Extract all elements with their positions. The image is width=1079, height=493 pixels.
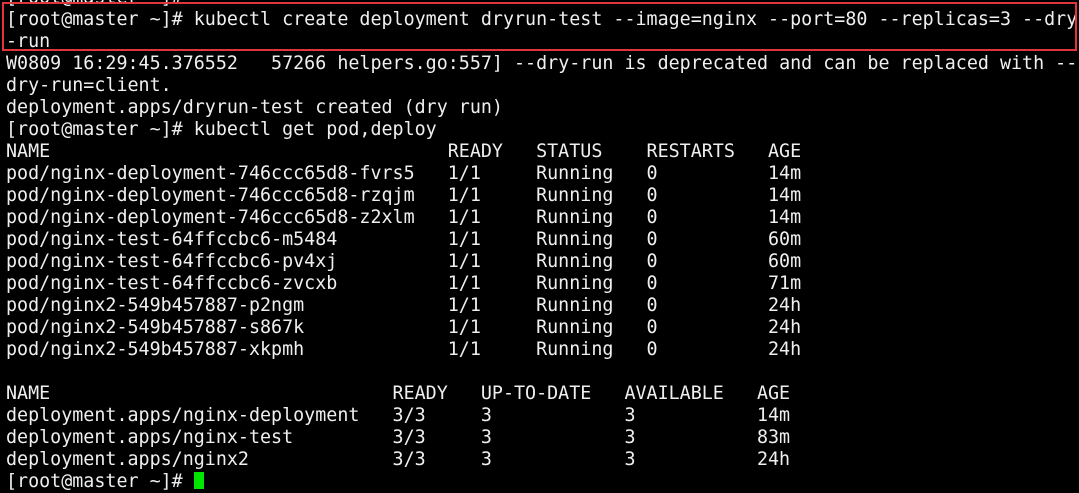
column-header: READY [392,383,448,404]
table-cell: deployment.apps/nginx-test [6,427,294,448]
table-header: NAME READY STATUS RESTARTS AGE [6,141,1079,163]
table-cell: 0 [646,339,658,360]
table-cell: pod/nginx-deployment-746ccc65d8-z2xlm [6,207,415,228]
column-header: AGE [768,141,802,162]
command-get-line: [root@master ~]# kubectl get pod,deploy [6,119,437,140]
table-cell: 3 [624,427,636,448]
table-row: pod/nginx-test-64ffccbc6-pv4xj 1/1 Running… [6,251,1079,273]
terminal-output[interactable]: [root@master ~]# [root@master ~]# kubect… [6,0,1079,493]
table-cell: 24h [756,449,791,470]
table-cell: Running [536,295,614,316]
current-prompt-line: [root@master ~]# [6,471,1079,493]
table-cell: pod/nginx-test-64ffccbc6-pv4xj [6,251,338,272]
command-create-line-1: [root@master ~]# kubectl create deployme… [6,9,1078,30]
table-cell: 1/1 [447,339,481,360]
table-cell: 1/1 [447,207,481,228]
table-cell: 3 [480,449,492,470]
table-row: deployment.apps/nginx2 3/3 3 3 24h [6,449,1079,471]
table-row: pod/nginx2-549b457887-s867k 1/1 Running 0 24… [6,317,1079,339]
table-cell: pod/nginx-deployment-746ccc65d8-rzqjm [6,185,415,206]
table-cell: Running [536,207,614,228]
table-cell: 14m [768,163,802,184]
table-row: pod/nginx-deployment-746ccc65d8-z2xlm 1/1… [6,207,1079,229]
table-cell: 83m [756,427,791,448]
column-header: AGE [756,383,791,404]
table-cell: Running [536,273,614,294]
table-cell: 0 [646,273,658,294]
table-cell: 3 [624,405,636,426]
table-cell: pod/nginx-test-64ffccbc6-m5484 [6,229,338,250]
table-cell: deployment.apps/nginx-deployment [6,405,360,426]
table-cell: 60m [768,251,802,272]
table-header: NAME READY UP-TO-DATE AVAILABLE AGE [6,383,1079,405]
table-row: deployment.apps/nginx-test 3/3 3 3 83m [6,427,1079,449]
table-cell: deployment.apps/nginx2 [6,449,249,470]
table-cell: 71m [768,273,802,294]
table-cell: 3 [624,449,636,470]
table-cell: 3 [480,427,492,448]
table-row: pod/nginx-deployment-746ccc65d8-fvrs5 1/1… [6,163,1079,185]
table-row: deployment.apps/nginx-deployment 3/3 3 3 14m [6,405,1079,427]
table-cell: Running [536,339,614,360]
warning-line-1: W0809 16:29:45.376552 57266 helpers.go:5… [6,53,1078,74]
warning-line-2: dry-run=client. [6,75,172,96]
table-cell: 0 [646,317,658,338]
table-cell: pod/nginx-test-64ffccbc6-zvcxb [6,273,338,294]
table-cell: 14m [768,185,802,206]
previous-prompt-line: [root@master ~]# [6,0,1079,9]
table-cell: 1/1 [447,317,481,338]
table-cell: 1/1 [447,185,481,206]
column-header: UP-TO-DATE [480,383,592,404]
prompt: [root@master ~]# [6,471,183,492]
table-cell: pod/nginx2-549b457887-xkpmh [6,339,305,360]
table-cell: 3/3 [392,427,426,448]
table-cell: Running [536,317,614,338]
table-cell: 0 [646,295,658,316]
table-cell: 3 [480,405,492,426]
table-cell: 24h [768,339,802,360]
table-row: pod/nginx-deployment-746ccc65d8-rzqjm 1/1… [6,185,1079,207]
column-header: NAME [6,141,51,162]
column-header: STATUS [536,141,603,162]
create-result-line: deployment.apps/dryrun-test created (dry… [6,97,503,118]
column-header: AVAILABLE [624,383,724,404]
table-cell: 0 [646,185,658,206]
table-cell: 0 [646,163,658,184]
table-cell: 1/1 [447,295,481,316]
table-cell: 60m [768,229,802,250]
table-cell: 24h [768,295,802,316]
cursor [193,472,204,489]
pods-table: NAME READY STATUS RESTARTS AGE pod/nginx-depl… [6,141,1079,361]
table-cell: 3/3 [392,405,426,426]
table-cell: Running [536,185,614,206]
table-cell: 0 [646,207,658,228]
table-row: pod/nginx2-549b457887-p2ngm 1/1 Running 0 24… [6,295,1079,317]
column-header: NAME [6,383,51,404]
table-cell: 1/1 [447,163,481,184]
table-cell: pod/nginx2-549b457887-s867k [6,317,305,338]
column-header: READY [447,141,503,162]
table-cell: Running [536,229,614,250]
table-cell: 3/3 [392,449,426,470]
table-cell: pod/nginx2-549b457887-p2ngm [6,295,305,316]
table-row: pod/nginx2-549b457887-xkpmh 1/1 Running 0 24… [6,339,1079,361]
table-cell: 1/1 [447,229,481,250]
table-cell: Running [536,163,614,184]
table-row: pod/nginx-test-64ffccbc6-m5484 1/1 Running… [6,229,1079,251]
table-cell: 1/1 [447,251,481,272]
table-cell: 0 [646,251,658,272]
table-cell: 0 [646,229,658,250]
table-cell: 14m [768,207,802,228]
table-cell: 14m [756,405,791,426]
deployments-table: NAME READY UP-TO-DATE AVAILABLE AGE deploymen… [6,383,1079,471]
column-header: RESTARTS [646,141,735,162]
command-create-line-2: -run [6,31,51,52]
table-cell: Running [536,251,614,272]
table-cell: pod/nginx-deployment-746ccc65d8-fvrs5 [6,163,415,184]
table-row: pod/nginx-test-64ffccbc6-zvcxb 1/1 Running… [6,273,1079,295]
table-cell: 24h [768,317,802,338]
table-cell: 1/1 [447,273,481,294]
